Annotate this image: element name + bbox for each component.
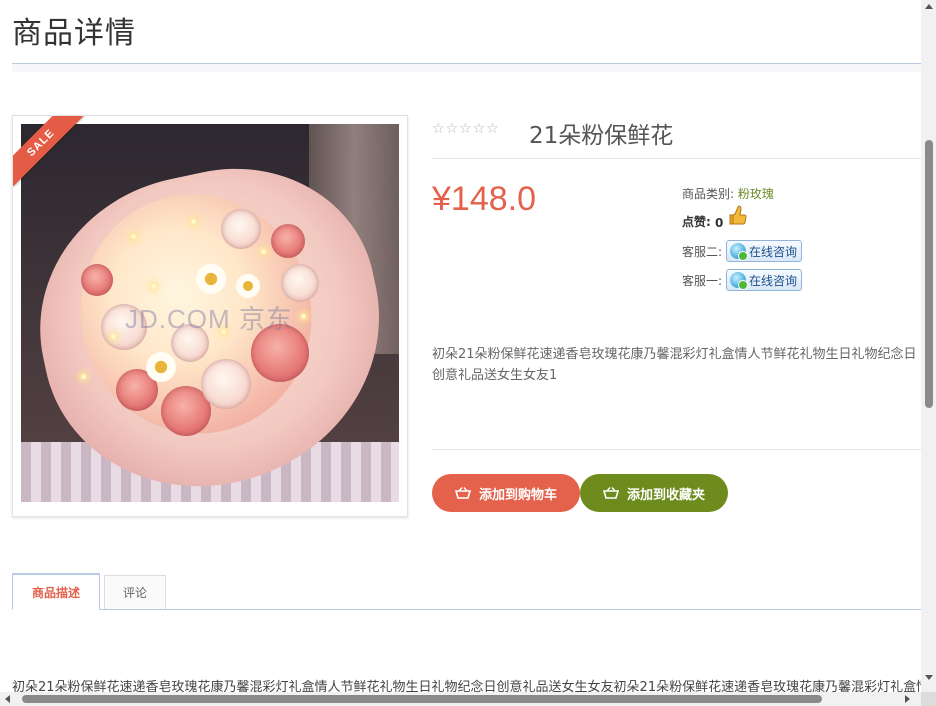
customer-service-2: 客服二: 在线咨询 [682,240,803,262]
rose-light [201,359,251,409]
customer-service-1: 客服一: 在线咨询 [682,269,803,291]
likes-label: 点赞: [682,215,711,229]
scroll-right-icon[interactable] [905,695,910,703]
light-sparkle [261,249,266,254]
scrollbar-corner [921,692,936,706]
product-category: 商品类别: 粉玫瑰 [682,185,774,202]
daisy [146,352,176,382]
rose [81,264,113,296]
rose-light [221,209,261,249]
add-to-favorites-button[interactable]: 添加到收藏夹 [580,474,728,512]
tab-reviews[interactable]: 评论 [104,575,166,609]
basket-icon [602,487,619,499]
chat-label: 在线咨询 [749,244,798,259]
online-chat-button[interactable]: 在线咨询 [726,269,803,291]
page-title: 商品详情 [12,16,136,51]
horizontal-scroll-thumb[interactable] [22,695,822,703]
chat-icon [730,272,749,290]
add-to-favorites-label: 添加到收藏夹 [626,487,705,503]
product-likes: 点赞: 0 [682,205,747,230]
light-sparkle [301,314,306,319]
tab-description[interactable]: 商品描述 [12,573,100,610]
vertical-scrollbar[interactable] [921,0,936,692]
chat-icon [730,243,749,261]
product-price: ¥148.0 [432,180,536,218]
light-sparkle [131,234,136,239]
rose [271,224,305,258]
scroll-up-icon[interactable] [925,4,933,9]
daisy [196,264,226,294]
chat-label: 在线咨询 [749,273,798,288]
thumbs-up-icon[interactable] [729,204,747,226]
scroll-down-icon[interactable] [925,675,933,680]
light-sparkle [81,374,86,379]
product-image[interactable]: JD.COM 京东 [21,124,399,502]
horizontal-scrollbar[interactable] [0,692,921,706]
product-image-card[interactable]: JD.COM 京东 SALE [12,115,408,517]
add-to-cart-label: 添加到购物车 [478,487,557,503]
rating-stars[interactable]: ☆☆☆☆☆ [432,121,500,137]
image-watermark: JD.COM 京东 [125,304,293,334]
rose-light [281,264,319,302]
product-name: 21朵粉保鲜花 [529,123,674,149]
header-band [12,64,921,72]
basket-icon [454,487,471,499]
likes-count: 0 [715,216,724,230]
vertical-scroll-thumb[interactable] [925,140,933,408]
category-label: 商品类别: [682,187,735,201]
service2-label: 客服二: [682,244,723,259]
info-divider [432,449,921,450]
scroll-left-icon[interactable] [5,695,10,703]
tabs-divider [12,609,921,610]
light-sparkle [111,334,116,339]
service1-label: 客服一: [682,273,723,288]
add-to-cart-button[interactable]: 添加到购物车 [432,474,580,512]
info-divider [432,158,921,159]
category-value[interactable]: 粉玫瑰 [738,187,774,201]
light-sparkle [191,219,196,224]
light-sparkle [151,284,156,289]
daisy [236,274,260,298]
online-chat-button[interactable]: 在线咨询 [726,240,803,262]
product-description: 初朵21朵粉保鲜花速递香皂玫瑰花康乃馨混彩灯礼盒情人节鲜花礼物生日礼物纪念日创意… [432,347,917,383]
